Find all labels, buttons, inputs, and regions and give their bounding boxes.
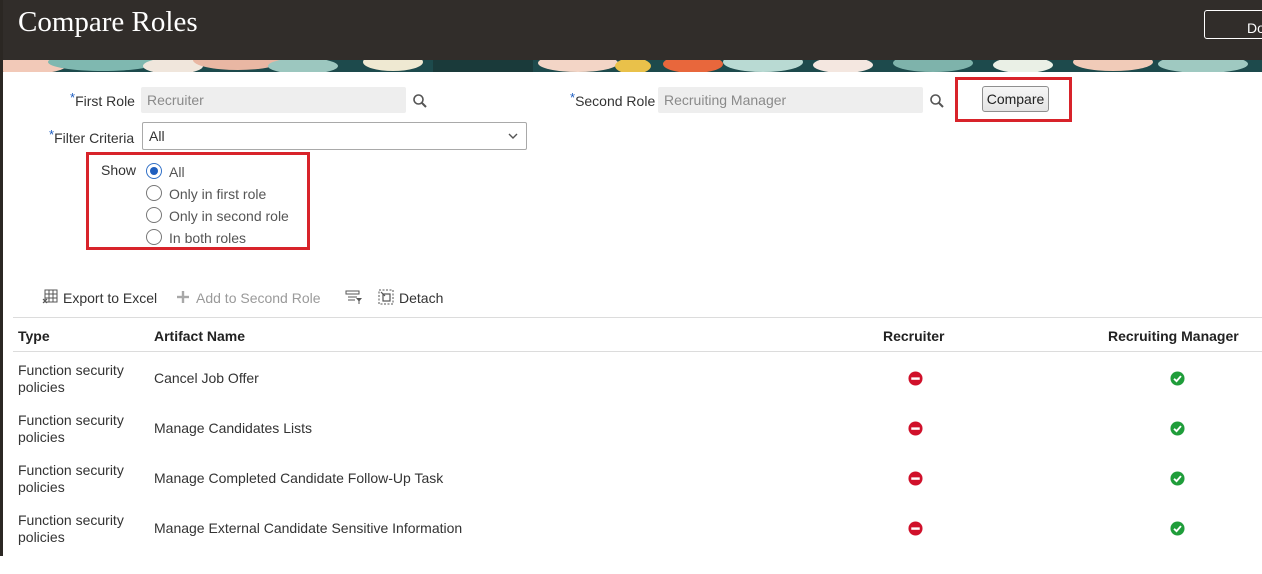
cell-artifact-name: Manage External Candidate Sensitive Info… [154,520,463,536]
cell-type-line-1: Function security [18,512,124,528]
first-role-field[interactable]: Recruiter [141,87,406,113]
filter-criteria-label-text: Filter Criteria [54,130,135,146]
cell-type-line-1: Function security [18,362,124,378]
cell-type-line-2: policies [18,379,65,395]
detach-icon [378,289,394,305]
first-role-label: *First Role [70,90,135,109]
excel-export-icon [42,289,58,304]
minus-circle-icon [908,371,923,386]
cell-artifact-name: Manage Candidates Lists [154,420,312,436]
filter-icon [345,290,362,304]
filter-button[interactable] [345,288,363,308]
cell-type: Function security policies [18,462,138,496]
show-highlight-box [86,152,310,250]
second-role-label: *Second Role [570,90,656,109]
column-header-recruiting-manager[interactable]: Recruiting Manager [1108,328,1239,344]
decorative-banner [3,60,1262,72]
table-row[interactable]: Function security policies Manage Candidat… [13,402,1262,452]
plus-icon [177,291,189,303]
cell-type: Function security policies [18,412,138,446]
table-row[interactable]: Function security policies Manage External… [13,502,1262,552]
cell-type-line-2: policies [18,479,65,495]
required-marker: * [570,90,576,105]
second-role-search-icon[interactable] [929,93,945,109]
check-circle-icon [1170,471,1185,486]
filter-criteria-label: *Filter Criteria [49,127,135,146]
cell-type-line-2: policies [18,429,65,445]
check-circle-icon [1170,521,1185,536]
required-marker: * [49,127,55,142]
minus-circle-icon [908,521,923,536]
detach-label: Detach [399,290,444,306]
cell-type-line-2: policies [18,529,65,545]
add-to-second-role-label: Add to Second Role [196,290,321,306]
minus-circle-icon [908,421,923,436]
check-circle-icon [1170,421,1185,436]
cell-artifact-name: Manage Completed Candidate Follow-Up Tas… [154,470,444,486]
check-circle-icon [1170,371,1185,386]
second-role-label-text: Second Role [575,93,656,109]
minus-circle-icon [908,471,923,486]
cell-type: Function security policies [18,362,138,396]
column-header-artifact-name[interactable]: Artifact Name [154,328,245,344]
cell-type-line-1: Function security [18,412,124,428]
column-header-recruiter[interactable]: Recruiter [883,328,944,344]
filter-criteria-select[interactable]: All [142,122,527,150]
first-role-search-icon[interactable] [412,93,428,109]
page-header: Compare Roles Done [0,0,1262,60]
done-button[interactable]: Done [1204,10,1262,39]
cell-type: Function security policies [18,512,138,546]
table-top-border [13,317,1262,318]
banner-art [3,60,1262,72]
filter-criteria-value: All [149,128,165,144]
export-to-excel-label: Export to Excel [63,290,158,306]
cell-type-line-1: Function security [18,462,124,478]
compare-highlight-box [955,77,1072,122]
page-title: Compare Roles [18,6,198,38]
cell-artifact-name: Cancel Job Offer [154,370,259,386]
chevron-down-icon [508,133,518,139]
second-role-field[interactable]: Recruiting Manager [658,87,923,113]
page-left-edge [0,0,3,556]
column-header-type[interactable]: Type [18,328,50,344]
table-row[interactable]: Function security policies Cancel Job Offe… [13,352,1262,402]
required-marker: * [70,90,76,105]
first-role-label-text: First Role [75,93,135,109]
table-row[interactable]: Function security policies Manage Complete… [13,452,1262,502]
